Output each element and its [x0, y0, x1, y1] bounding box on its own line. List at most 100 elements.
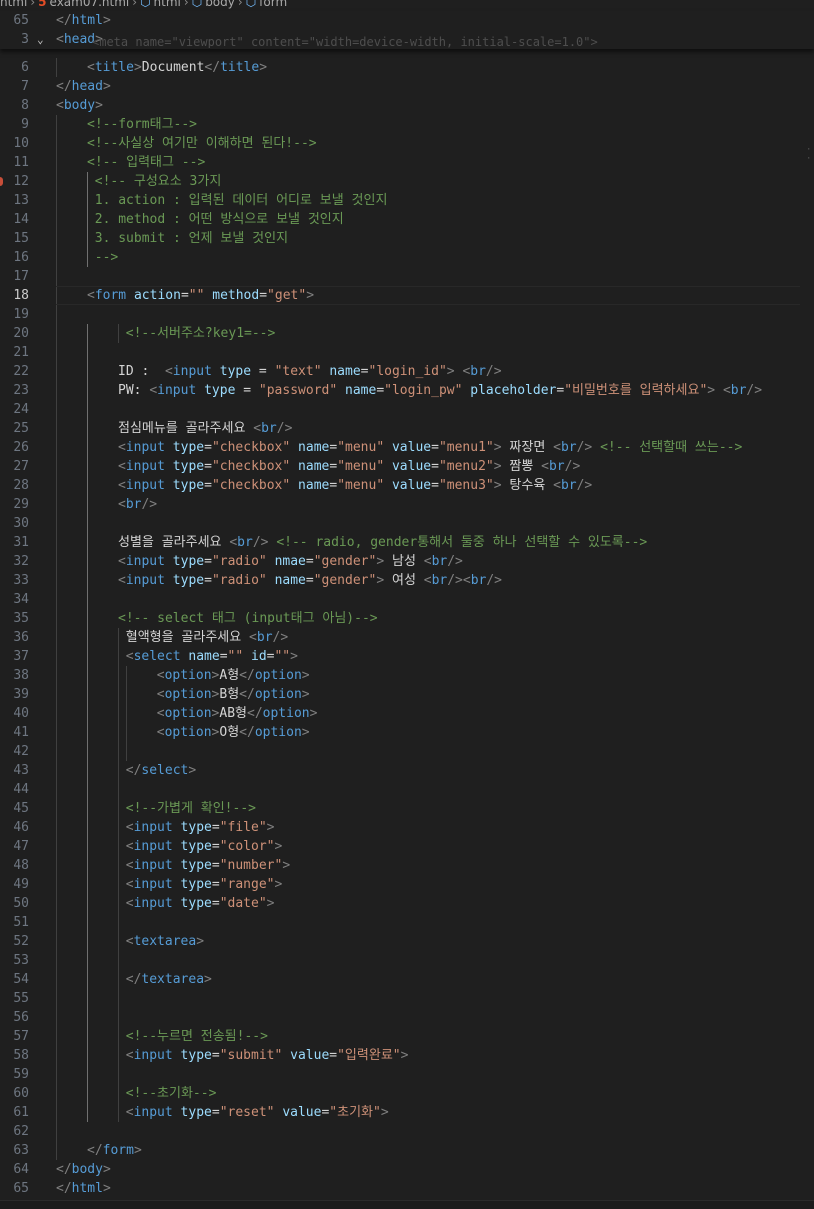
code-line[interactable]: 32 <input type="radio" nmae="gender"> 남성 …	[0, 552, 800, 571]
line-number: 20	[13, 326, 29, 341]
code-line[interactable]: 28 <input type="checkbox" name="menu" val…	[0, 476, 800, 495]
code-line[interactable]: 22 ID : <input type = "text" name="login_…	[0, 362, 800, 381]
breadcrumb-item[interactable]: ⬡ body	[192, 0, 235, 10]
code-line[interactable]: 26 <input type="checkbox" name="menu" val…	[0, 438, 800, 457]
code-line[interactable]: 10 <!--사실상 여기만 이해하면 된다!-->	[0, 134, 800, 153]
code-line[interactable]: 35 <!-- select 태그 (input태그 아님)-->	[0, 609, 800, 628]
code-token: name	[298, 459, 330, 474]
code-line[interactable]: 36 혈액형을 골라주세요 <br/>	[0, 628, 800, 647]
code-line[interactable]: 55	[0, 989, 800, 1008]
code-line[interactable]: 31 성별을 골라주세요 <br/> <!-- radio, gender통해서 …	[0, 533, 800, 552]
code-line[interactable]: 33 <input type="radio" name="gender"> 여성 …	[0, 571, 800, 590]
code-line[interactable]: 20 <!--서버주소?key1=-->	[0, 324, 800, 343]
code-line[interactable]: 63 </form>	[0, 1141, 800, 1160]
breadcrumb-item[interactable]: html	[0, 0, 27, 10]
code-line[interactable]: 48 <input type="number">	[0, 856, 800, 875]
code-line[interactable]: 60 <!--초기화-->	[0, 1084, 800, 1103]
code-line[interactable]: 51	[0, 913, 800, 932]
code-line[interactable]: 19	[0, 305, 800, 324]
code-line[interactable]: 53	[0, 951, 800, 970]
code-line[interactable]: 12 <!-- 구성요소 3가지	[0, 172, 800, 191]
code-line[interactable]: 34	[0, 590, 800, 609]
code-line[interactable]: 18 <form action="" method="get">	[0, 286, 800, 305]
code-token: body	[71, 1162, 103, 1177]
line-number: 58	[13, 1048, 29, 1063]
code-line[interactable]: 56	[0, 1008, 800, 1027]
line-number: 47	[13, 839, 29, 854]
code-line[interactable]: 65 </html>	[0, 1179, 800, 1198]
sticky-line[interactable]: 65 </html>	[0, 11, 800, 30]
code-line[interactable]: 43 </select>	[0, 761, 800, 780]
fold-chevron-icon[interactable]: ⌄	[37, 30, 44, 49]
code-token: <	[125, 858, 134, 873]
code-line[interactable]: 42	[0, 742, 800, 761]
code-text: PW: <input type = "password" name="login…	[118, 381, 762, 400]
cube-icon: ⬡	[191, 0, 203, 9]
line-number: 32	[13, 554, 29, 569]
code-token: br	[256, 630, 273, 645]
code-line[interactable]: 58 <input type="submit" value="입력완료">	[0, 1046, 800, 1065]
code-token: =	[431, 440, 439, 455]
code-line[interactable]: 50 <input type="date">	[0, 894, 800, 913]
code-line[interactable]: 30	[0, 514, 800, 533]
code-line[interactable]: 7 </head>	[0, 77, 800, 96]
code-line[interactable]: 37 <select name="" id="">	[0, 647, 800, 666]
code-token: "radio"	[211, 573, 267, 588]
code-line[interactable]: 59	[0, 1065, 800, 1084]
code-text: <input type="checkbox" name="menu" value…	[118, 457, 580, 476]
code-token: "radio"	[211, 554, 267, 569]
code-line[interactable]: 17	[0, 267, 800, 286]
breadcrumb-item[interactable]: 5 exam07.html	[38, 0, 129, 10]
code-line[interactable]: 61 <input type="reset" value="초기화">	[0, 1103, 800, 1122]
code-token: br	[431, 573, 448, 588]
code-line[interactable]: 39 <option>B형</option>	[0, 685, 800, 704]
code-token: >	[301, 687, 310, 702]
code-token: input	[133, 896, 173, 911]
breadcrumb-item[interactable]: ⬡ html	[140, 0, 181, 10]
code-token: />	[276, 421, 293, 436]
code-line[interactable]: 64 </body>	[0, 1160, 800, 1179]
code-token: textarea	[133, 934, 197, 949]
code-line[interactable]: 25 점심메뉴를 골라주세요 <br/>	[0, 419, 800, 438]
code-line[interactable]: 62	[0, 1122, 800, 1141]
code-token: "checkbox"	[211, 478, 291, 493]
code-line[interactable]: 45 <!--가볍게 확인!-->	[0, 799, 800, 818]
code-token: =	[204, 554, 212, 569]
code-line[interactable]: 38 <option>A형</option>	[0, 666, 800, 685]
code-token: option	[164, 687, 212, 702]
code-line[interactable]: 23 PW: <input type = "password" name="log…	[0, 381, 800, 400]
code-line[interactable]: 15 3. submit : 언제 보낼 것인지	[0, 229, 800, 248]
code-line[interactable]: 54 </textarea>	[0, 970, 800, 989]
code-line[interactable]: 41 <option>O형</option>	[0, 723, 800, 742]
code-line[interactable]: 40 <option>AB형</option>	[0, 704, 800, 723]
code-line[interactable]: 57 <!--누르면 전송됨!-->	[0, 1027, 800, 1046]
code-token: form	[102, 1143, 134, 1158]
code-line[interactable]: 16 -->	[0, 248, 800, 267]
code-line[interactable]: 52 <textarea>	[0, 932, 800, 951]
code-line[interactable]: 13 1. action : 입력된 데이터 어디로 보낼 것인지	[0, 191, 800, 210]
code-line[interactable]: 47 <input type="color">	[0, 837, 800, 856]
code-token: </	[204, 60, 221, 75]
line-number: 10	[13, 136, 29, 151]
code-text: </head>	[56, 77, 111, 96]
breadcrumb-label: body	[205, 0, 235, 9]
line-number: 18	[13, 288, 29, 303]
code-line[interactable]: 14 2. method : 어떤 방식으로 보낼 것인지	[0, 210, 800, 229]
breadcrumb-item[interactable]: ⬡ form	[246, 0, 287, 10]
code-line[interactable]: 46 <input type="file">	[0, 818, 800, 837]
code-line[interactable]: 24	[0, 400, 800, 419]
code-line[interactable]: 27 <input type="checkbox" name="menu" val…	[0, 457, 800, 476]
code-line[interactable]: 21	[0, 343, 800, 362]
code-token: <	[125, 896, 134, 911]
code-line[interactable]: 8 <body>	[0, 96, 800, 115]
code-line[interactable]: 29 <br/>	[0, 495, 800, 514]
code-line[interactable]: 44	[0, 780, 800, 799]
code-line[interactable]: 11 <!-- 입력태그 -->	[0, 153, 800, 172]
line-number: 60	[13, 1086, 29, 1101]
code-token: =	[305, 573, 314, 588]
code-line[interactable]: 6 <title>Document</title>	[0, 58, 800, 77]
line-number: 6	[21, 60, 29, 75]
code-line[interactable]: 49 <input type="range">	[0, 875, 800, 894]
code-line[interactable]: 9 <!--form태그-->	[0, 115, 800, 134]
